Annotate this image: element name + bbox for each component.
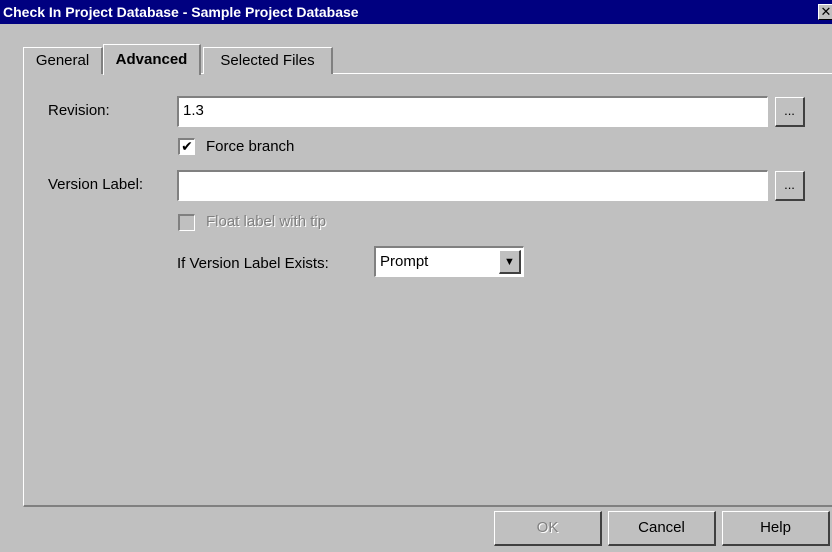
if-exists-value: Prompt: [380, 253, 429, 270]
tab-selected-files-label: Selected Files: [220, 52, 315, 69]
force-branch-checkbox[interactable]: ✔: [178, 138, 195, 155]
title-bar: Check In Project Database - Sample Proje…: [0, 0, 832, 24]
float-label-checkbox[interactable]: [178, 214, 195, 231]
tab-advanced[interactable]: Advanced: [103, 44, 201, 75]
revision-field[interactable]: 1.3: [177, 96, 768, 127]
ok-label: OK: [536, 519, 559, 536]
tab-general[interactable]: General: [23, 47, 103, 74]
float-label-label: Float label with tip: [206, 213, 327, 230]
close-button[interactable]: ✕: [818, 4, 832, 20]
tab-advanced-label: Advanced: [115, 51, 188, 68]
revision-browse-button[interactable]: ...: [775, 97, 805, 127]
close-icon: ✕: [820, 4, 832, 19]
force-branch-label: Force branch: [206, 138, 295, 155]
ok-button[interactable]: OK: [494, 511, 602, 546]
help-button[interactable]: Help: [722, 511, 830, 546]
version-label-field[interactable]: [177, 170, 768, 201]
tab-selected-files[interactable]: Selected Files: [203, 47, 333, 74]
if-exists-label: If Version Label Exists:: [177, 255, 329, 272]
revision-label: Revision:: [48, 102, 110, 119]
cancel-button[interactable]: Cancel: [608, 511, 716, 546]
ellipsis-icon: ...: [784, 177, 795, 192]
revision-value: 1.3: [183, 102, 204, 119]
ellipsis-icon: ...: [784, 103, 795, 118]
if-exists-select[interactable]: Prompt ▼: [374, 246, 524, 277]
chevron-down-icon[interactable]: ▼: [499, 250, 521, 274]
version-label-browse-button[interactable]: ...: [775, 171, 805, 201]
help-label: Help: [760, 519, 791, 536]
advanced-panel: [23, 73, 832, 507]
version-label-label: Version Label:: [48, 176, 144, 193]
cancel-label: Cancel: [638, 519, 685, 536]
window-title: Check In Project Database - Sample Proje…: [3, 4, 359, 20]
tab-general-label: General: [35, 52, 90, 69]
checkmark-icon: ✔: [181, 138, 193, 154]
